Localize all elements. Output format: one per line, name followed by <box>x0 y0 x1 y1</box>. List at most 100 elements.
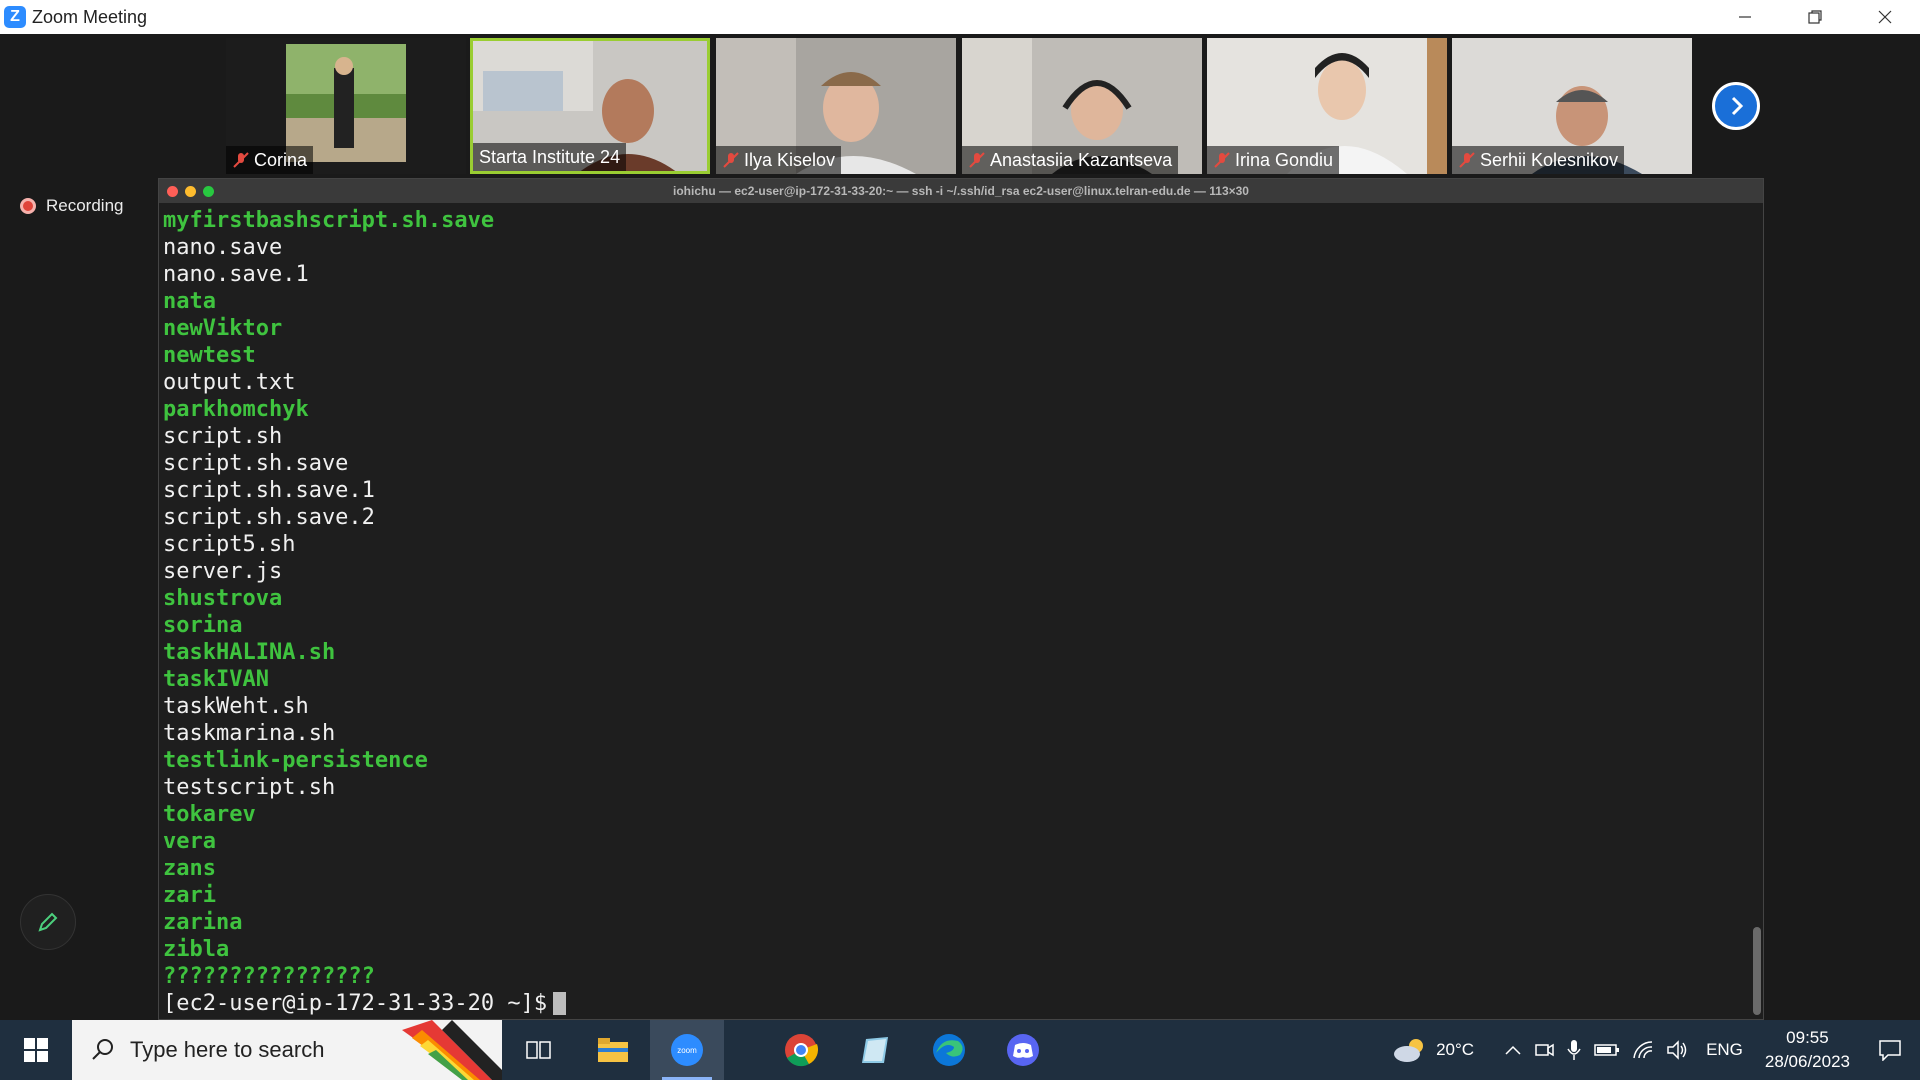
file-explorer-button[interactable] <box>576 1020 650 1080</box>
window-controls <box>1710 0 1920 34</box>
cloud-sun-icon <box>1394 1039 1424 1062</box>
battery-icon <box>1594 1044 1620 1056</box>
zoom-logo-icon: Z <box>4 6 26 28</box>
terminal-line: ???????????????? <box>163 964 375 989</box>
windows-logo-icon <box>24 1038 48 1062</box>
terminal-line: script5.sh <box>163 532 296 557</box>
svg-text:zoom: zoom <box>677 1046 697 1055</box>
battery-button[interactable] <box>1588 1020 1626 1080</box>
muted-mic-icon <box>1213 151 1231 169</box>
system-tray: 20°C ENG 09:55 28/06/2023 <box>1386 1020 1920 1080</box>
volume-button[interactable] <box>1660 1020 1694 1080</box>
show-hidden-icons-button[interactable] <box>1498 1020 1528 1080</box>
participant-tile-starta[interactable]: Starta Institute 24 <box>470 38 710 174</box>
folder-icon <box>598 1038 628 1062</box>
notification-icon <box>1879 1040 1901 1061</box>
wifi-icon <box>1633 1041 1653 1059</box>
terminal-line: sorina <box>163 613 243 638</box>
terminal-line: script.sh.save.1 <box>163 478 375 503</box>
terminal-line: testlink-persistence <box>163 748 428 773</box>
start-button[interactable] <box>0 1020 72 1080</box>
terminal-line: vera <box>163 829 216 854</box>
meet-now-button[interactable] <box>1528 1020 1560 1080</box>
microphone-button[interactable] <box>1560 1020 1588 1080</box>
search-icon <box>92 1039 113 1060</box>
participant-tile-ilya[interactable]: Ilya Kiselov <box>716 38 956 174</box>
speaker-icon <box>1667 1040 1687 1060</box>
close-button[interactable] <box>1850 0 1920 34</box>
terminal-line: script.sh.save <box>163 451 349 476</box>
scrollbar-thumb[interactable] <box>1753 927 1761 1015</box>
participant-tile-serhii[interactable]: Serhii Kolesnikov <box>1452 38 1692 174</box>
muted-mic-icon <box>722 151 740 169</box>
network-button[interactable] <box>1626 1020 1660 1080</box>
taskbar-search[interactable]: Type here to search <box>72 1020 502 1080</box>
terminal-line: script.sh.save.2 <box>163 505 375 530</box>
terminal-line: taskHALINA.sh <box>163 640 336 665</box>
participant-name: Corina <box>254 149 308 170</box>
zoom-taskbar-button[interactable]: zoom <box>650 1020 724 1080</box>
discord-taskbar-button[interactable] <box>986 1020 1060 1080</box>
terminal-line: nano.save.1 <box>163 262 309 287</box>
restore-icon <box>1808 10 1822 24</box>
task-view-button[interactable] <box>502 1020 576 1080</box>
weather-widget[interactable]: 20°C <box>1386 1020 1480 1080</box>
title-bar: Z Zoom Meeting <box>0 0 1920 34</box>
language-label: ENG <box>1706 1040 1743 1059</box>
terminal-line: output.txt <box>163 370 296 395</box>
terminal-line: taskmarina.sh <box>163 721 336 746</box>
weather-temperature: 20°C <box>1436 1040 1475 1059</box>
terminal-line: shustrova <box>163 586 283 611</box>
terminal-line: testscript.sh <box>163 775 336 800</box>
microphone-icon <box>1567 1040 1581 1060</box>
terminal-line: myfirstbashscript.sh.save <box>163 208 495 233</box>
shared-terminal-window: iohichu — ec2-user@ip-172-31-33-20:~ — s… <box>158 178 1764 1020</box>
participant-tile-anastasiia[interactable]: Anastasiia Kazantseva <box>962 38 1202 174</box>
notes-taskbar-button[interactable] <box>838 1020 912 1080</box>
chrome-icon <box>785 1034 818 1067</box>
chrome-taskbar-button[interactable] <box>764 1020 838 1080</box>
terminal-title-bar: iohichu — ec2-user@ip-172-31-33-20:~ — s… <box>159 179 1763 203</box>
notifications-button[interactable] <box>1860 1020 1920 1080</box>
camera-icon <box>1535 1043 1554 1057</box>
chevron-right-icon <box>1731 96 1744 116</box>
participant-tile-irina[interactable]: Irina Gondiu <box>1207 38 1447 174</box>
minimize-button[interactable] <box>1710 0 1780 34</box>
participant-nameplate: Irina Gondiu <box>1207 146 1340 174</box>
terminal-line: nata <box>163 289 216 314</box>
recording-label: Recording <box>46 196 124 215</box>
terminal-line: zibla <box>163 937 230 962</box>
terminal-line: nano.save <box>163 235 283 260</box>
participant-tile-corina[interactable]: Corina <box>226 38 466 174</box>
clock-button[interactable]: 09:55 28/06/2023 <box>1755 1020 1860 1080</box>
participant-name: Ilya Kiselov <box>744 149 836 170</box>
recording-dot-icon <box>20 198 36 214</box>
edge-icon <box>933 1034 965 1066</box>
discord-icon <box>1007 1034 1039 1066</box>
recording-indicator[interactable]: Recording <box>20 196 124 216</box>
terminal-line: taskWeht.sh <box>163 694 309 719</box>
close-icon <box>1878 10 1892 24</box>
terminal-line: server.js <box>163 559 283 584</box>
terminal-line: zans <box>163 856 216 881</box>
terminal-scrollbar[interactable] <box>1753 207 1761 1015</box>
next-participants-button[interactable] <box>1712 82 1760 130</box>
windows-taskbar: Type here to search zoom 20°C ENG 09:55 … <box>0 1020 1920 1080</box>
input-language-button[interactable]: ENG <box>1694 1020 1755 1080</box>
muted-mic-icon <box>968 151 986 169</box>
terminal-line: zarina <box>163 910 243 935</box>
participant-nameplate: Corina <box>226 146 314 174</box>
chevron-up-icon <box>1505 1045 1521 1055</box>
participant-name: Irina Gondiu <box>1235 149 1334 170</box>
search-placeholder: Type here to search <box>130 1037 325 1062</box>
terminal-output: myfirstbashscript.sh.save nano.save nano.s… <box>163 207 1749 1015</box>
annotate-button[interactable] <box>20 894 76 950</box>
minimize-icon <box>1739 16 1751 18</box>
participant-name: Anastasiia Kazantseva <box>990 149 1173 170</box>
edge-taskbar-button[interactable] <box>912 1020 986 1080</box>
notes-app-icon <box>862 1037 888 1063</box>
terminal-title: iohichu — ec2-user@ip-172-31-33-20:~ — s… <box>673 184 1249 198</box>
terminal-prompt-line[interactable]: [ec2-user@ip-172-31-33-20 ~]$ <box>163 990 1749 1015</box>
restore-button[interactable] <box>1780 0 1850 34</box>
clock-date: 28/06/2023 <box>1764 1052 1850 1071</box>
